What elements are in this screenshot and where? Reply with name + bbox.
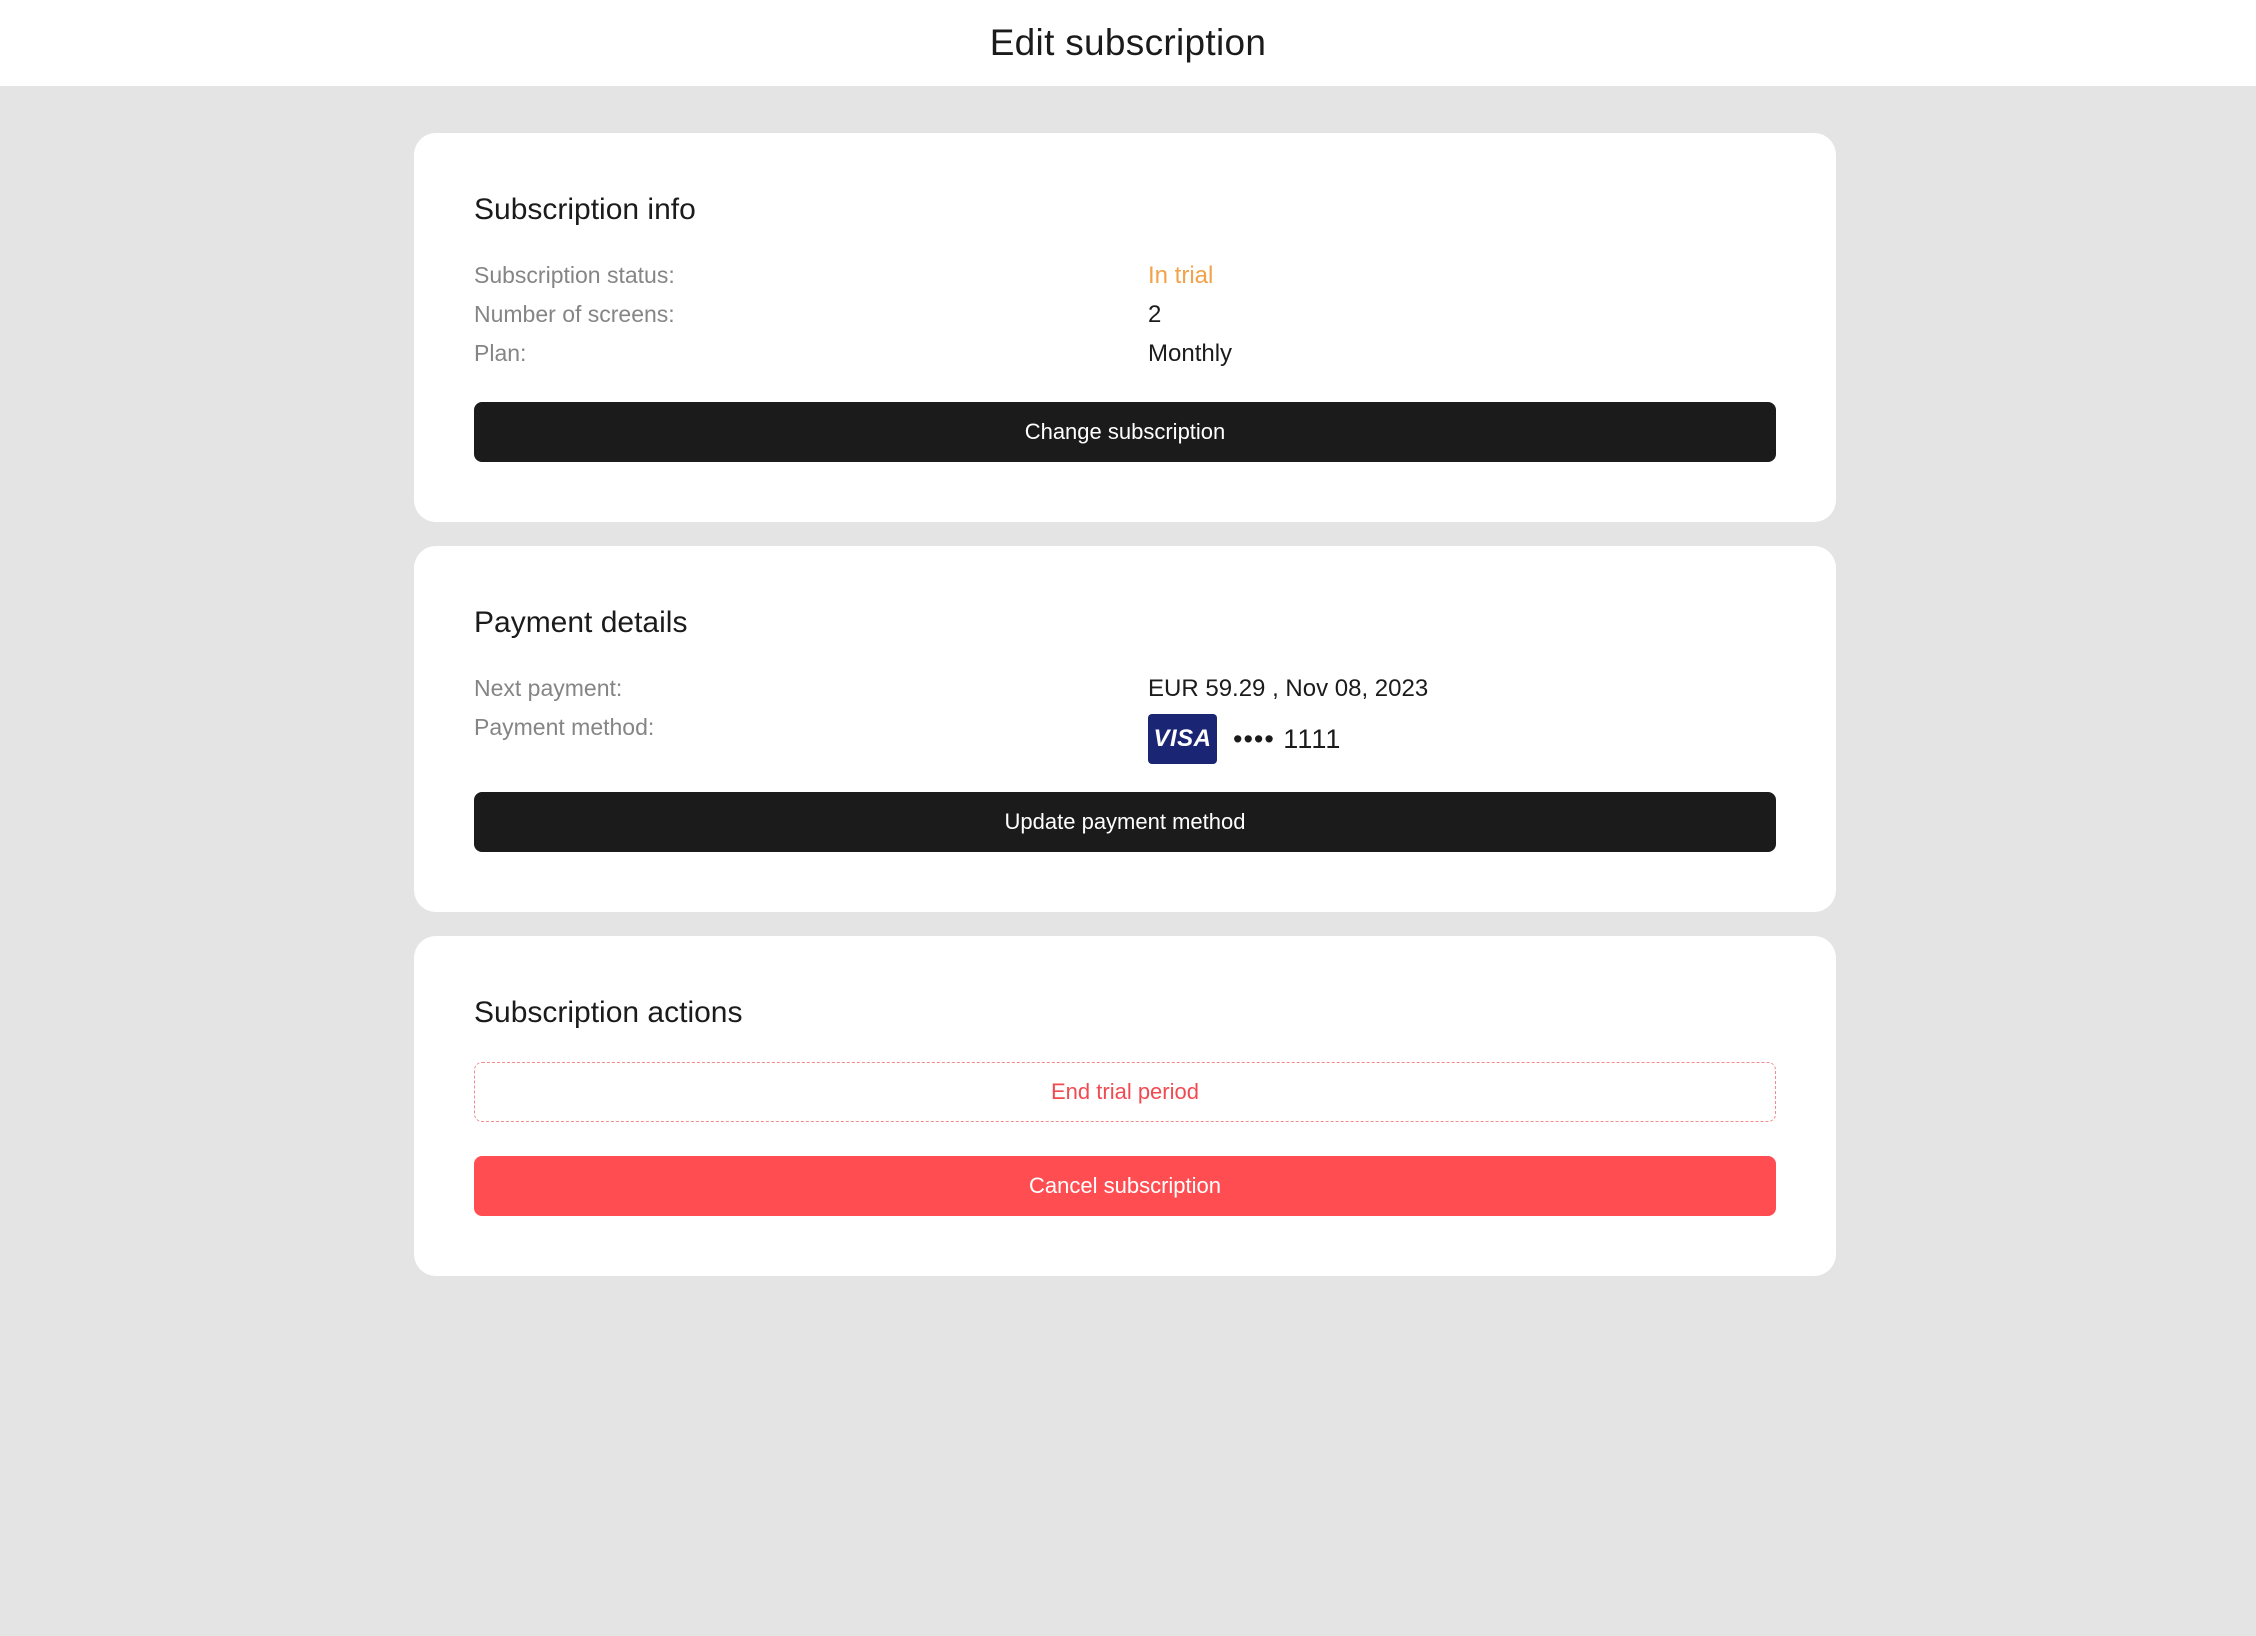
plan-label: Plan: (474, 340, 527, 366)
number-of-screens-value: 2 (1148, 301, 1162, 328)
subscription-info-title: Subscription info (474, 193, 696, 226)
update-payment-method-button[interactable]: Update payment method (474, 792, 1776, 852)
top-bar: Edit subscription (0, 0, 2256, 86)
subscription-actions-title: Subscription actions (474, 996, 743, 1029)
card-masked-number: •••• 1111 (1233, 723, 1342, 754)
payment-details-title: Payment details (474, 606, 688, 639)
payment-method-label: Payment method: (474, 714, 655, 740)
next-payment-row: Next payment: EUR 59.29 , Nov 08, 2023 (474, 675, 1776, 709)
end-trial-period-button[interactable]: End trial period (474, 1062, 1776, 1122)
number-of-screens-row: Number of screens: 2 (474, 301, 1776, 335)
next-payment-value: EUR 59.29 , Nov 08, 2023 (1148, 675, 1429, 702)
subscription-status-value: In trial (1148, 262, 1214, 289)
payment-method-value: VISA •••• 1111 (1148, 714, 1341, 764)
payment-method-row: Payment method: VISA •••• 1111 (474, 714, 1776, 766)
plan-row: Plan: Monthly (474, 340, 1776, 374)
cancel-subscription-button[interactable]: Cancel subscription (474, 1156, 1776, 1216)
payment-details-card: Payment details Next payment: EUR 59.29 … (414, 546, 1836, 912)
change-subscription-button[interactable]: Change subscription (474, 402, 1776, 462)
subscription-actions-card: Subscription actions End trial period Ca… (414, 936, 1836, 1276)
subscription-status-label: Subscription status: (474, 262, 675, 288)
number-of-screens-label: Number of screens: (474, 301, 675, 327)
page-title: Edit subscription (989, 22, 1267, 63)
subscription-status-row: Subscription status: In trial (474, 262, 1776, 296)
plan-value: Monthly (1148, 340, 1233, 367)
next-payment-label: Next payment: (474, 675, 623, 701)
visa-card-icon: VISA (1148, 714, 1217, 764)
subscription-info-card: Subscription info Subscription status: I… (414, 133, 1836, 522)
